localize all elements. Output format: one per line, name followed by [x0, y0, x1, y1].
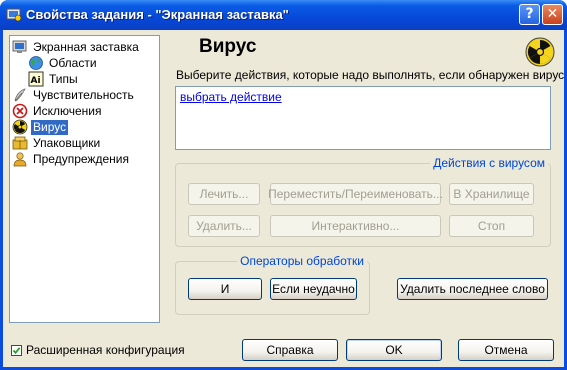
choose-action-link[interactable]: выбрать действие — [180, 90, 282, 104]
radiation-icon — [525, 37, 555, 67]
vault-button[interactable]: В Хранилище — [449, 183, 534, 205]
exclusion-icon — [12, 103, 28, 119]
app-icon — [6, 8, 22, 22]
interactive-button[interactable]: Интерактивно... — [270, 215, 441, 237]
feather-icon — [14, 88, 26, 102]
window-title: Свойства задания - "Экранная заставка" — [26, 7, 289, 22]
virus-actions-title: Действия с вирусом — [430, 156, 548, 170]
tree-item-screensaver[interactable]: Экранная заставка — [12, 39, 141, 55]
tree-item-areas[interactable]: Области — [28, 55, 99, 71]
tree-item-label: Чувствительность — [33, 87, 134, 102]
screensaver-icon — [12, 40, 27, 53]
tree-item-label: Предупреждения — [33, 151, 129, 166]
tree-item-label: Экранная заставка — [33, 39, 139, 54]
delete-button[interactable]: Удалить... — [188, 215, 260, 237]
extended-config-label: Расширенная конфигурация — [26, 343, 185, 357]
check-icon — [12, 346, 21, 354]
tree-item-types[interactable]: Ai Типы — [28, 71, 80, 87]
help-button[interactable]: Справка — [242, 339, 338, 361]
panel-description: Выберите действия, которые надо выполнят… — [176, 68, 565, 82]
ok-button[interactable]: OK — [346, 339, 442, 361]
title-bar[interactable]: Свойства задания - "Экранная заставка" ?… — [0, 0, 567, 30]
file-types-icon: Ai — [28, 71, 44, 87]
tree-item-label: Исключения — [33, 103, 102, 118]
tree-item-label: Области — [49, 55, 97, 70]
tree-item-label: Вирус — [31, 119, 69, 135]
help-title-button[interactable]: ? — [519, 4, 540, 25]
globe-icon — [29, 56, 43, 70]
tree-item-exclusions[interactable]: Исключения — [12, 103, 104, 119]
radiation-icon — [12, 119, 28, 135]
action-list-box[interactable]: выбрать действие — [175, 86, 551, 150]
extended-config-checkbox[interactable] — [11, 344, 22, 356]
cure-button[interactable]: Лечить... — [188, 183, 260, 205]
close-button[interactable]: ✕ — [542, 4, 563, 25]
packer-icon — [12, 136, 28, 150]
tree-item-packers[interactable]: Упаковщики — [12, 135, 102, 151]
settings-tree[interactable]: Экранная заставка Области Ai Типы Чувств… — [9, 35, 160, 323]
stop-button[interactable]: Стоп — [449, 215, 534, 237]
panel-title: Вирус — [199, 36, 257, 57]
tree-item-label: Типы — [49, 71, 78, 86]
operators-title: Операторы обработки — [237, 254, 367, 268]
properties-window: Свойства задания - "Экранная заставка" ?… — [0, 0, 567, 370]
cancel-button[interactable]: Отмена — [458, 339, 554, 361]
svg-text:Ai: Ai — [31, 76, 41, 86]
if-failed-operator-button[interactable]: Если неудачно — [270, 278, 357, 300]
move-rename-button[interactable]: Переместить/Переименовать... — [268, 183, 443, 205]
tree-item-label: Упаковщики — [33, 135, 101, 150]
dialog-body: Экранная заставка Области Ai Типы Чувств… — [3, 30, 564, 367]
tree-item-virus[interactable]: Вирус — [12, 119, 69, 135]
tree-item-warnings[interactable]: Предупреждения — [12, 151, 131, 167]
extended-config-checkbox-row[interactable]: Расширенная конфигурация — [11, 343, 185, 357]
tree-item-sensitivity[interactable]: Чувствительность — [12, 87, 136, 103]
delete-last-word-button[interactable]: Удалить последнее слово — [397, 278, 548, 300]
user-alert-icon — [13, 152, 27, 167]
and-operator-button[interactable]: И — [188, 278, 262, 300]
